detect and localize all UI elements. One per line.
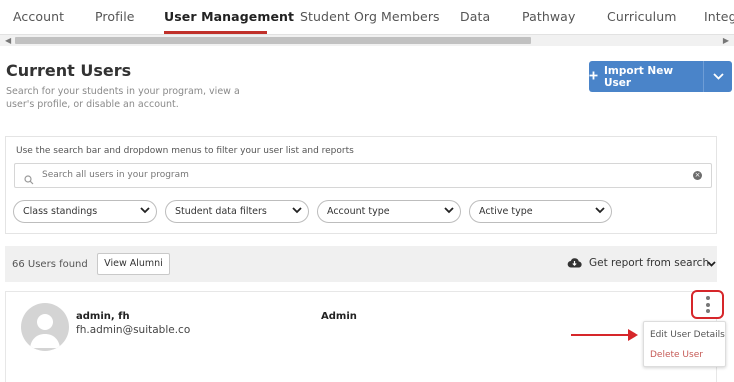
kebab-dot	[706, 302, 710, 307]
plus-icon	[589, 71, 598, 83]
users-found-count: 66 Users found	[12, 259, 88, 270]
tab-user-management[interactable]: User Management	[164, 9, 294, 24]
kebab-dot	[706, 309, 710, 313]
get-report-button[interactable]: Get report from search	[567, 255, 717, 273]
import-new-user-main[interactable]: Import New User	[589, 61, 703, 92]
import-options-dropdown[interactable]	[704, 61, 732, 92]
tab-integrations[interactable]: Integ	[704, 9, 734, 24]
dropdown-label: Student data filters	[175, 206, 267, 217]
chevron-down-icon	[292, 206, 302, 217]
user-role: Admin	[321, 311, 357, 322]
tab-profile[interactable]: Profile	[95, 9, 135, 24]
clear-search-icon[interactable]: ×	[693, 171, 702, 180]
kebab-dot	[706, 296, 710, 300]
account-type-dropdown[interactable]: Account type	[317, 200, 461, 223]
view-alumni-button[interactable]: View Alumni	[97, 253, 170, 275]
more-options-button[interactable]	[691, 290, 724, 319]
search-icon	[24, 170, 34, 189]
import-new-user-label: Import New User	[604, 64, 674, 89]
tab-account[interactable]: Account	[13, 9, 64, 24]
import-new-user-button[interactable]: Import New User	[589, 61, 732, 92]
delete-user-item[interactable]: Delete User	[650, 350, 703, 360]
scroll-right-icon[interactable]: ▶	[723, 35, 729, 47]
tab-data[interactable]: Data	[460, 9, 490, 24]
tab-pathway[interactable]: Pathway	[522, 9, 575, 24]
search-input[interactable]: Search all users in your program ×	[14, 163, 712, 188]
user-actions-menu: Edit User Details Delete User	[643, 321, 726, 367]
tab-curriculum[interactable]: Curriculum	[607, 9, 677, 24]
active-type-dropdown[interactable]: Active type	[469, 200, 612, 223]
user-email: fh.admin@suitable.co	[76, 324, 191, 336]
chevron-down-icon	[140, 206, 150, 217]
page-subtitle: Search for your students in your program…	[6, 86, 240, 110]
results-bar: 66 Users found View Alumni Get report fr…	[5, 246, 717, 282]
cloud-download-icon	[567, 257, 582, 271]
student-data-filters-dropdown[interactable]: Student data filters	[165, 200, 309, 223]
page-title: Current Users	[6, 61, 132, 80]
annotation-arrow-icon	[571, 329, 638, 341]
chevron-down-icon	[712, 71, 724, 83]
tab-student-org-members[interactable]: Student Org Members	[300, 9, 440, 24]
chevron-down-icon	[707, 258, 716, 270]
filter-panel: Use the search bar and dropdown menus to…	[5, 136, 717, 234]
class-standings-dropdown[interactable]: Class standings	[13, 200, 157, 223]
edit-user-details-item[interactable]: Edit User Details	[650, 330, 725, 340]
scroll-left-icon[interactable]: ◀	[5, 35, 11, 47]
get-report-label: Get report from search	[589, 257, 710, 269]
chevron-down-icon	[444, 206, 454, 217]
user-silhouette-icon	[30, 314, 60, 348]
chevron-down-icon	[595, 206, 605, 217]
scrollbar-thumb[interactable]	[15, 37, 531, 44]
user-name[interactable]: admin, fh	[76, 311, 130, 322]
tab-bar: Account Profile User Management Student …	[0, 0, 734, 34]
avatar	[21, 303, 69, 351]
dropdown-label: Class standings	[23, 206, 98, 217]
tab-scrollbar[interactable]: ◀ ▶	[0, 34, 734, 46]
dropdown-label: Account type	[327, 206, 390, 217]
search-placeholder: Search all users in your program	[42, 170, 189, 180]
dropdown-label: Active type	[479, 206, 533, 217]
filter-hint: Use the search bar and dropdown menus to…	[16, 146, 354, 156]
